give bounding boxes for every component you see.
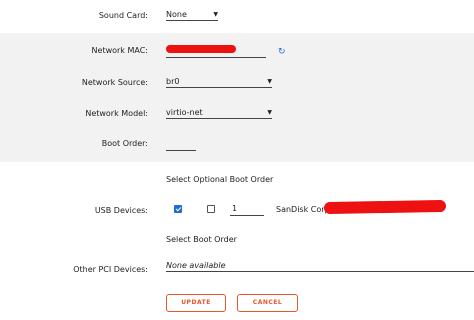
boot-order-input[interactable]	[166, 139, 196, 151]
usb-optional-checkbox[interactable]	[207, 205, 215, 213]
usb-boot-order-value: 1	[232, 204, 238, 213]
sound-card-select[interactable]: None ▼	[166, 9, 218, 21]
pci-devices-value: None available	[166, 261, 226, 270]
redaction-mark	[166, 45, 236, 53]
network-model-value: virtio-net	[166, 108, 203, 117]
chevron-down-icon: ▼	[267, 109, 272, 116]
chevron-down-icon: ▼	[267, 78, 272, 85]
network-source-value: br0	[166, 77, 180, 86]
chevron-down-icon: ▼	[213, 11, 218, 18]
network-mac-label: Network MAC:	[91, 46, 148, 55]
update-button[interactable]: UPDATE	[166, 294, 226, 312]
usb-select-checkbox[interactable]	[174, 205, 182, 213]
redaction-mark	[323, 199, 447, 215]
usb-column-headers: Select Optional Boot Order	[166, 175, 274, 184]
sound-card-value: None	[166, 10, 187, 19]
network-model-select[interactable]: virtio-net ▼	[166, 107, 272, 119]
network-source-label: Network Source:	[81, 78, 148, 87]
sound-card-label: Sound Card:	[98, 11, 148, 20]
refresh-icon[interactable]: ↻	[278, 48, 286, 57]
cancel-button[interactable]: CANCEL	[237, 294, 298, 312]
pci-column-headers: Select Boot Order	[166, 235, 237, 244]
usb-boot-order-input[interactable]: 1	[230, 204, 264, 216]
pci-devices-field: None available	[166, 260, 474, 272]
usb-devices-label: USB Devices:	[94, 206, 148, 215]
boot-order-label: Boot Order:	[101, 139, 148, 148]
network-source-select[interactable]: br0 ▼	[166, 76, 272, 88]
pci-devices-label: Other PCI Devices:	[73, 265, 148, 274]
network-model-label: Network Model:	[85, 109, 148, 118]
